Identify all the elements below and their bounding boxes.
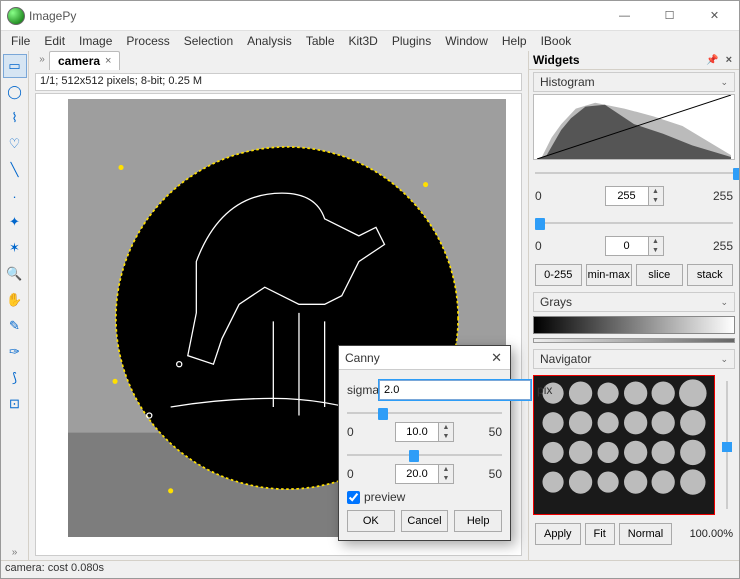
hist-min: 0 <box>535 189 565 203</box>
nav-fit-button[interactable]: Fit <box>585 523 615 545</box>
colormap-sub <box>533 338 735 343</box>
tabbar-expander-icon[interactable]: » <box>35 51 49 65</box>
menu-edit[interactable]: Edit <box>38 32 71 50</box>
widgets-close-icon[interactable]: × <box>723 54 735 66</box>
menu-ibook[interactable]: IBook <box>535 32 578 50</box>
hand-icon[interactable]: ✋ <box>3 288 27 312</box>
app-logo-icon <box>7 7 25 25</box>
navigator-thumbnail[interactable] <box>533 375 715 515</box>
toolbar: ▭◯⌇♡╲·✦✶🔍✋✎✑⟆⊡ » <box>1 51 29 560</box>
menu-table[interactable]: Table <box>300 32 341 50</box>
toolbar-expander-icon[interactable]: » <box>3 545 27 559</box>
menu-kit3d[interactable]: Kit3D <box>343 32 384 50</box>
p1-min: 0 <box>347 425 377 439</box>
histogram-high-slider[interactable] <box>535 166 733 180</box>
hist-low-down[interactable]: ▼ <box>649 246 663 255</box>
tab-label: camera <box>58 54 100 68</box>
bucket-icon[interactable]: ⟆ <box>3 366 27 390</box>
image-info: 1/1; 512x512 pixels; 8-bit; 0.25 M <box>35 73 522 91</box>
menu-selection[interactable]: Selection <box>178 32 239 50</box>
wand-icon[interactable]: ✶ <box>3 236 27 260</box>
nav-normal-button[interactable]: Normal <box>619 523 672 545</box>
menu-window[interactable]: Window <box>439 32 494 50</box>
p1-stepper-down[interactable]: ▼ <box>439 432 453 441</box>
p2-min: 0 <box>347 467 377 481</box>
p1-stepper-up[interactable]: ▲ <box>439 423 453 432</box>
dialog-close-icon[interactable]: ✕ <box>489 350 504 366</box>
high-threshold-slider[interactable] <box>347 448 502 462</box>
hist-high-up[interactable]: ▲ <box>649 187 663 196</box>
menu-file[interactable]: File <box>5 32 36 50</box>
close-button[interactable]: ✕ <box>692 2 737 30</box>
rect-select-icon[interactable]: ▭ <box>3 54 27 78</box>
pin-icon[interactable]: 📌 <box>706 55 718 66</box>
p2-value-input[interactable] <box>395 464 439 484</box>
sigma-label: sigma <box>347 383 379 397</box>
zoom-percent: 100.00% <box>690 528 733 540</box>
point-icon[interactable]: · <box>3 184 27 208</box>
freehand-icon[interactable]: ♡ <box>3 132 27 156</box>
chevron-down-icon: ⌄ <box>720 354 728 365</box>
nav-apply-button[interactable]: Apply <box>535 523 581 545</box>
tab-camera[interactable]: camera × <box>49 51 120 70</box>
colormap-select[interactable]: Grays⌄ <box>533 292 735 312</box>
navigator-zoom-slider[interactable] <box>719 375 735 515</box>
hist-0255-button[interactable]: 0-255 <box>535 264 582 286</box>
navigator-header[interactable]: Navigator⌄ <box>533 349 735 369</box>
hist-high-down[interactable]: ▼ <box>649 196 663 205</box>
menu-process[interactable]: Process <box>120 32 175 50</box>
cancel-button[interactable]: Cancel <box>401 510 449 532</box>
hist-low-up[interactable]: ▲ <box>649 237 663 246</box>
menu-help[interactable]: Help <box>496 32 533 50</box>
marker-icon[interactable]: ✦ <box>3 210 27 234</box>
window-title: ImagePy <box>29 9 602 23</box>
chevron-down-icon: ⌄ <box>720 297 728 308</box>
hist-minmax-button[interactable]: min-max <box>586 264 633 286</box>
status-bar: camera: cost 0.080s <box>1 560 739 578</box>
pencil-icon[interactable]: ✎ <box>3 314 27 338</box>
histogram-low-slider[interactable] <box>535 216 733 230</box>
dropper-icon[interactable]: ✑ <box>3 340 27 364</box>
p1-max: 50 <box>472 425 502 439</box>
p2-max: 50 <box>472 467 502 481</box>
tab-close-icon[interactable]: × <box>105 55 111 67</box>
hist-high-input[interactable] <box>605 186 649 206</box>
p2-stepper-down[interactable]: ▼ <box>439 474 453 483</box>
widgets-header: Widgets <box>533 53 580 67</box>
dialog-title: Canny <box>345 351 489 365</box>
polyline-icon[interactable]: ⌇ <box>3 106 27 130</box>
maximize-button[interactable]: ☐ <box>647 2 692 30</box>
crop-icon[interactable]: ⊡ <box>3 392 27 416</box>
histogram-plot <box>533 94 735 160</box>
menu-analysis[interactable]: Analysis <box>241 32 298 50</box>
preview-label: preview <box>364 490 405 504</box>
colormap-ramp <box>533 316 735 334</box>
help-button[interactable]: Help <box>454 510 502 532</box>
sigma-unit: pix <box>537 383 552 397</box>
zoom-icon[interactable]: 🔍 <box>3 262 27 286</box>
ok-button[interactable]: OK <box>347 510 395 532</box>
sigma-input[interactable] <box>379 380 531 400</box>
menu-plugins[interactable]: Plugins <box>386 32 437 50</box>
oval-select-icon[interactable]: ◯ <box>3 80 27 104</box>
menu-image[interactable]: Image <box>73 32 118 50</box>
p1-value-input[interactable] <box>395 422 439 442</box>
histogram-header[interactable]: Histogram⌄ <box>533 72 735 92</box>
minimize-button[interactable]: — <box>602 2 647 30</box>
menubar: FileEditImageProcessSelectionAnalysisTab… <box>1 31 739 51</box>
hist-max: 255 <box>703 189 733 203</box>
chevron-down-icon: ⌄ <box>720 77 728 88</box>
canny-dialog: Canny ✕ sigma pix 0 ▲▼ 50 <box>338 345 511 541</box>
hist-stack-button[interactable]: stack <box>687 264 734 286</box>
hist-slice-button[interactable]: slice <box>636 264 683 286</box>
p2-stepper-up[interactable]: ▲ <box>439 465 453 474</box>
preview-checkbox[interactable] <box>347 491 360 504</box>
hist-low-input[interactable] <box>605 236 649 256</box>
line-icon[interactable]: ╲ <box>3 158 27 182</box>
titlebar: ImagePy — ☐ ✕ <box>1 1 739 31</box>
low-threshold-slider[interactable] <box>347 406 502 420</box>
